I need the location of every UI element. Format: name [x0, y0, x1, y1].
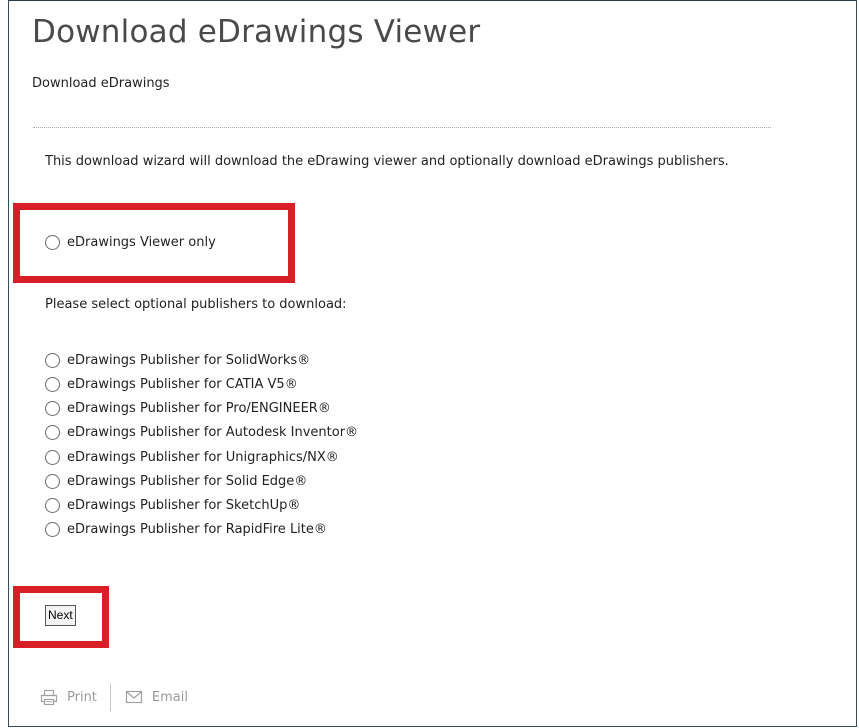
dotted-divider [33, 127, 771, 128]
print-label: Print [67, 689, 97, 705]
viewer-only-label: eDrawings Viewer only [67, 234, 216, 250]
publisher-option-rapidfire-lite[interactable]: eDrawings Publisher for RapidFire Lite® [45, 518, 327, 540]
radio-button-icon[interactable] [45, 497, 60, 513]
radio-button-icon[interactable] [45, 352, 60, 368]
breadcrumb-subtitle: Download eDrawings [32, 76, 170, 91]
radio-button-icon[interactable] [45, 376, 60, 392]
viewer-only-option[interactable]: eDrawings Viewer only [45, 231, 216, 253]
page-tools: Print Email [40, 683, 188, 711]
print-link[interactable]: Print [40, 689, 97, 706]
next-button[interactable]: Next [45, 605, 76, 626]
publisher-label: eDrawings Publisher for Pro/ENGINEER® [67, 400, 331, 416]
publisher-option-autodesk-inventor[interactable]: eDrawings Publisher for Autodesk Invento… [45, 421, 358, 443]
publisher-label: eDrawings Publisher for Unigraphics/NX® [67, 449, 339, 465]
publisher-label: eDrawings Publisher for Solid Edge® [67, 473, 308, 489]
page-title: Download eDrawings Viewer [32, 14, 481, 50]
publisher-option-sketchup[interactable]: eDrawings Publisher for SketchUp® [45, 494, 300, 516]
printer-icon [40, 689, 67, 706]
tool-separator [109, 683, 111, 711]
publisher-label: eDrawings Publisher for Autodesk Invento… [67, 424, 359, 440]
publisher-label: eDrawings Publisher for SolidWorks® [67, 352, 311, 368]
publisher-option-unigraphics-nx[interactable]: eDrawings Publisher for Unigraphics/NX® [45, 446, 339, 468]
publisher-option-solidworks[interactable]: eDrawings Publisher for SolidWorks® [45, 349, 310, 371]
publisher-label: eDrawings Publisher for RapidFire Lite® [67, 521, 327, 537]
radio-button-icon[interactable] [45, 424, 60, 440]
publisher-option-solid-edge[interactable]: eDrawings Publisher for Solid Edge® [45, 470, 307, 492]
publisher-option-catia[interactable]: eDrawings Publisher for CATIA V5® [45, 373, 298, 395]
publisher-label: eDrawings Publisher for CATIA V5® [67, 376, 298, 392]
radio-button-icon[interactable] [45, 234, 60, 250]
radio-button-icon[interactable] [45, 473, 60, 489]
publisher-label: eDrawings Publisher for SketchUp® [67, 497, 301, 513]
envelope-icon [125, 690, 152, 704]
radio-button-icon[interactable] [45, 521, 60, 537]
email-link[interactable]: Email [125, 690, 188, 705]
radio-button-icon[interactable] [45, 449, 60, 465]
wizard-intro-text: This download wizard will download the e… [45, 154, 729, 169]
publisher-option-pro-engineer[interactable]: eDrawings Publisher for Pro/ENGINEER® [45, 397, 331, 419]
publishers-prompt: Please select optional publishers to dow… [45, 297, 347, 312]
email-label: Email [151, 689, 188, 705]
radio-button-icon[interactable] [45, 400, 60, 416]
